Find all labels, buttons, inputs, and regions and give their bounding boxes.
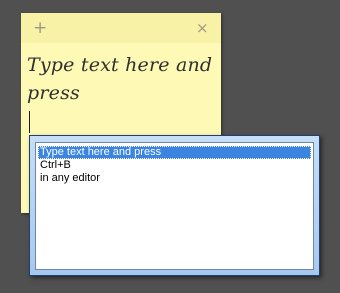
note-header[interactable]: + ×: [21, 13, 221, 43]
note-text-area[interactable]: Type text here and press: [27, 51, 215, 107]
plus-icon[interactable]: +: [33, 18, 47, 38]
close-icon[interactable]: ×: [196, 18, 209, 38]
note-text-line-1: Type text here and: [27, 54, 213, 76]
suggestion-list[interactable]: Type text here and press Ctrl+B in any e…: [35, 142, 314, 270]
autocomplete-popup: Type text here and press Ctrl+B in any e…: [29, 135, 320, 276]
text-caret: [29, 111, 30, 133]
suggestion-item-ctrl-b[interactable]: Ctrl+B: [38, 159, 311, 172]
note-text-line-2: press: [27, 82, 80, 104]
suggestion-item-type-text[interactable]: Type text here and press: [38, 146, 311, 159]
suggestion-item-any-editor[interactable]: in any editor: [38, 172, 311, 185]
